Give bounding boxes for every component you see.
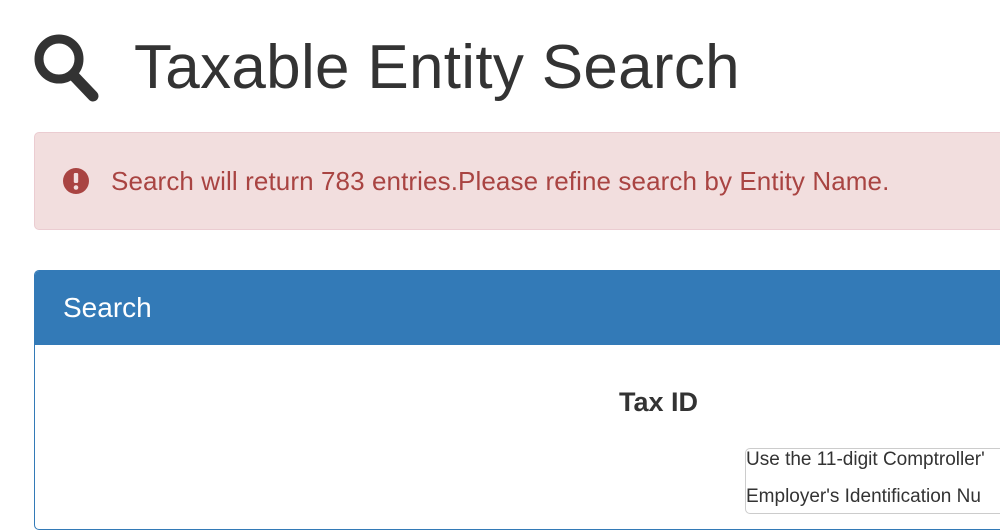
tax-id-label: Tax ID (619, 387, 699, 417)
alert-message: Search will return 783 entries.Please re… (111, 165, 890, 196)
tax-id-help-text-2: Employer's Identification Nu (746, 486, 981, 507)
page-header: Taxable Entity Search (32, 28, 740, 108)
tax-id-help-text: Use the 11-digit Comptroller' (746, 449, 985, 470)
page-title: Taxable Entity Search (134, 33, 740, 102)
search-icon (34, 34, 99, 102)
panel-heading: Search (35, 271, 1000, 345)
exclamation-circle-icon (63, 168, 89, 194)
alert-banner: Search will return 783 entries.Please re… (34, 132, 1000, 230)
